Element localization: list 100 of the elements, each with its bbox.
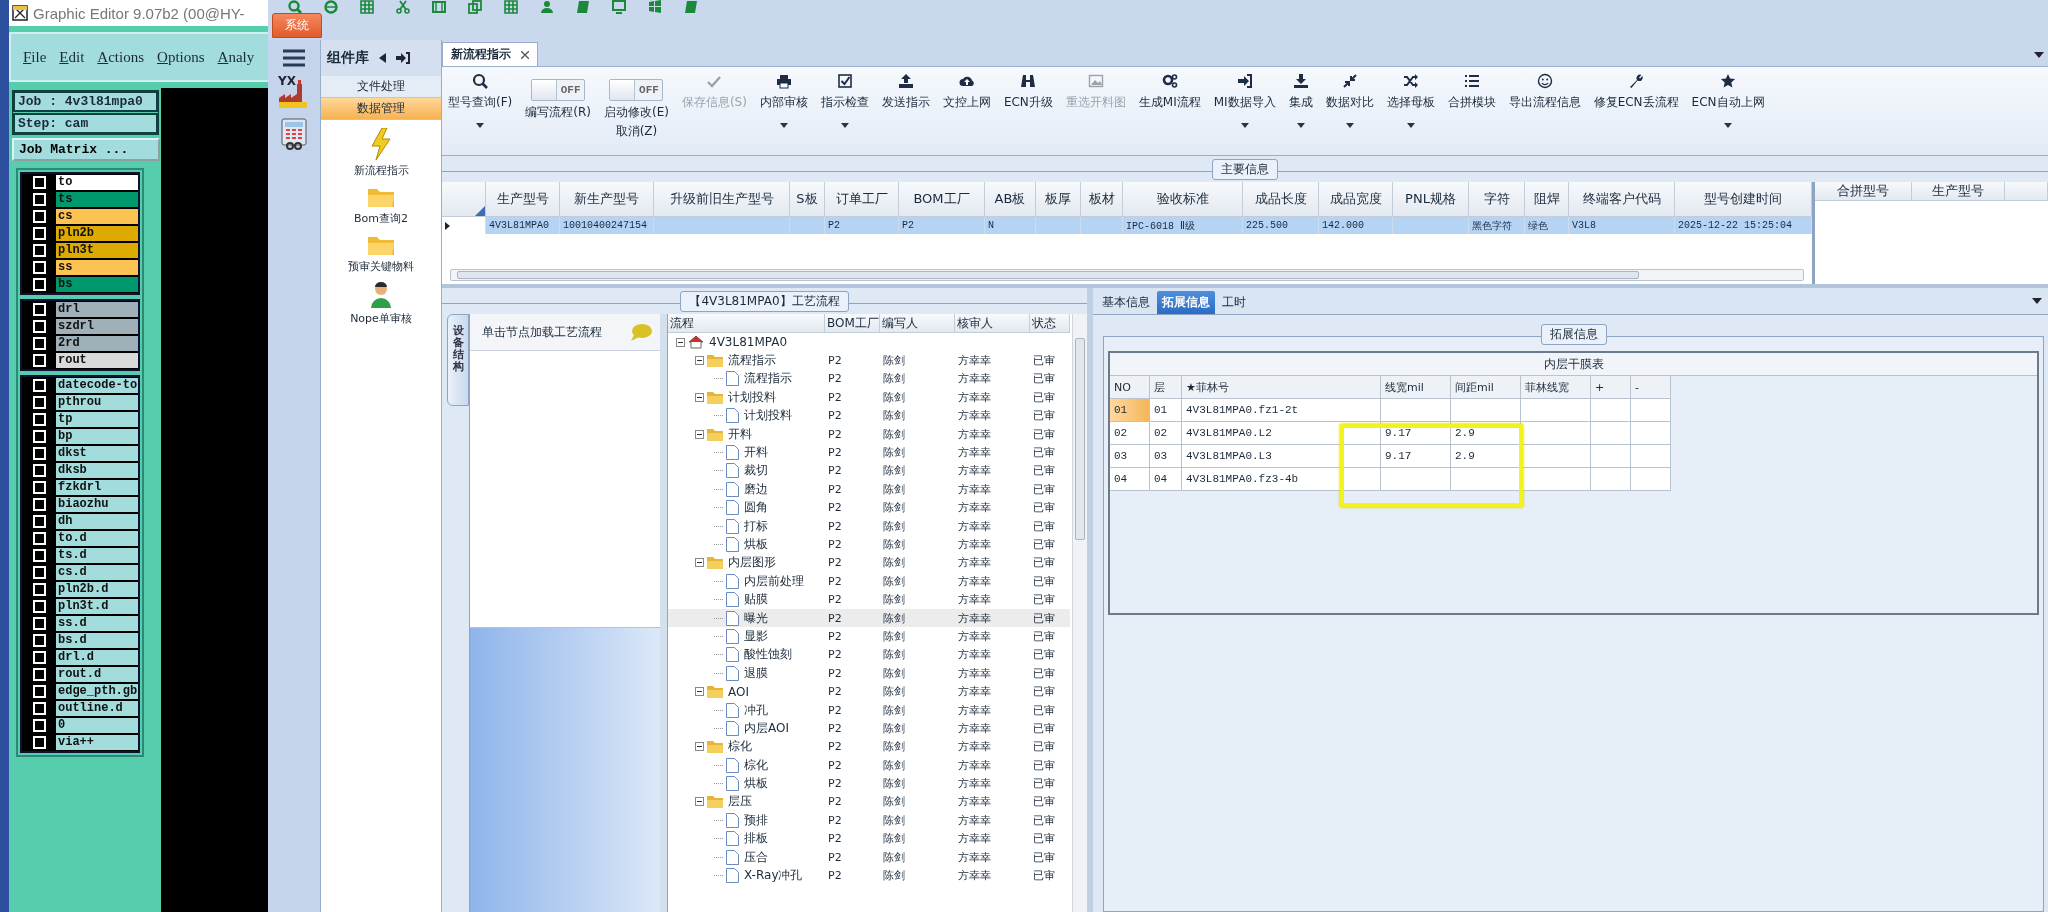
column-header[interactable]: 订单工厂 <box>825 182 899 217</box>
tab[interactable]: 基本信息 <box>1097 291 1155 314</box>
layer-name[interactable]: datecode-to <box>56 377 138 393</box>
layer-name[interactable]: tp <box>56 411 138 427</box>
tab[interactable]: 拓展信息 <box>1157 291 1215 314</box>
ribbon-button[interactable]: 集成 <box>1288 94 1313 111</box>
layer-name[interactable]: drl <box>56 301 138 317</box>
layer-checkbox[interactable] <box>32 260 46 274</box>
ribbon-button[interactable]: ECN升级 <box>1003 94 1053 111</box>
column-header[interactable]: 验收标准 <box>1123 182 1243 217</box>
layer-checkbox[interactable] <box>32 718 46 732</box>
search-icon[interactable] <box>288 0 302 14</box>
ribbon-button[interactable]: 合拼模块 <box>1447 94 1496 111</box>
column-header[interactable]: 层 <box>1150 376 1182 399</box>
ribbon-button[interactable]: MI数据导入 <box>1213 94 1276 111</box>
column-header[interactable]: NO <box>1110 376 1150 399</box>
caret-icon[interactable] <box>1296 123 1305 128</box>
copy-icon[interactable] <box>468 0 482 14</box>
layer-checkbox[interactable] <box>32 429 46 443</box>
column-header[interactable]: 板材 <box>1081 182 1123 217</box>
collapse-icon[interactable] <box>695 356 704 366</box>
layer-name[interactable]: dkst <box>56 445 138 461</box>
layer-checkbox[interactable] <box>32 480 46 494</box>
menu-icon[interactable] <box>282 48 306 68</box>
collapse-icon[interactable] <box>676 337 685 347</box>
layer-name[interactable]: edge_pth.gb <box>56 683 138 699</box>
calculator-icon[interactable] <box>279 118 309 150</box>
caret-icon[interactable] <box>779 123 788 128</box>
caret-icon[interactable] <box>1724 123 1733 128</box>
tree-node[interactable]: 内层图形 <box>726 554 778 572</box>
column-header[interactable]: ★菲林号 <box>1182 376 1381 399</box>
layer-checkbox[interactable] <box>32 684 46 698</box>
layer-name[interactable]: szdrl <box>56 318 138 334</box>
column-header[interactable]: 核审人 <box>955 314 1030 333</box>
ribbon-button[interactable]: 选择母板 <box>1386 94 1435 111</box>
tree-node[interactable]: X-Ray冲孔 <box>742 867 805 884</box>
column-header[interactable]: 字符 <box>1469 182 1525 217</box>
layer-checkbox[interactable] <box>32 319 46 333</box>
layer-name[interactable]: drl.d <box>56 649 138 665</box>
tree-node[interactable]: 内层前处理 <box>742 572 806 590</box>
caret-icon[interactable] <box>1345 123 1354 128</box>
tree-node[interactable]: 冲孔 <box>742 701 770 719</box>
layer-name[interactable]: ss <box>56 259 138 275</box>
ribbon-button[interactable]: 修复ECN丢流程 <box>1593 94 1679 111</box>
layer-name[interactable]: dksb <box>56 462 138 478</box>
column-header[interactable]: 合拼型号 <box>1815 182 1912 201</box>
layer-checkbox[interactable] <box>32 395 46 409</box>
column-header[interactable]: 升级前旧生产型号 <box>654 182 790 217</box>
menu-item[interactable]: Edit <box>59 48 85 66</box>
toggle-switch[interactable]: OFF <box>609 79 664 101</box>
layer-name[interactable]: outline.d <box>56 700 138 716</box>
menu-item[interactable]: Analy <box>217 48 255 66</box>
ribbon-button[interactable]: 导出流程信息 <box>1508 94 1581 111</box>
layer-name[interactable]: bs <box>56 276 138 292</box>
layer-name[interactable]: ss.d <box>56 615 138 631</box>
collapse-icon[interactable] <box>695 392 704 402</box>
layer-checkbox[interactable] <box>32 565 46 579</box>
layer-name[interactable]: pln3t <box>56 242 138 258</box>
collapse-icon[interactable] <box>695 742 704 752</box>
layer-name[interactable]: pthrou <box>56 394 138 410</box>
layer-name[interactable]: 0 <box>56 717 138 733</box>
layer-name[interactable]: ts <box>56 191 138 207</box>
layer-checkbox[interactable] <box>32 463 46 477</box>
tree-node[interactable]: 预排 <box>742 811 770 829</box>
tree-node[interactable]: 曝光 <box>742 609 770 627</box>
layer-checkbox[interactable] <box>32 378 46 392</box>
lightning-icon[interactable] <box>370 128 392 160</box>
tree-node[interactable]: 计划投料 <box>726 388 778 406</box>
tree-node[interactable]: 裁切 <box>742 462 770 480</box>
layer-checkbox[interactable] <box>32 701 46 715</box>
layer-checkbox[interactable] <box>32 735 46 749</box>
layer-name[interactable]: to.d <box>56 530 138 546</box>
sidebar-item[interactable]: 数据管理 <box>321 98 441 120</box>
layer-checkbox[interactable] <box>32 497 46 511</box>
layer-checkbox[interactable] <box>32 667 46 681</box>
grid-icon[interactable] <box>360 0 374 14</box>
layer-checkbox[interactable] <box>32 599 46 613</box>
tree-node[interactable]: 棕化 <box>726 738 754 756</box>
layer-checkbox[interactable] <box>32 353 46 367</box>
layer-checkbox[interactable] <box>32 548 46 562</box>
tree-node[interactable]: AOI <box>726 684 751 699</box>
tree-node[interactable]: 圆角 <box>742 499 770 517</box>
layer-name[interactable]: via++ <box>56 734 138 750</box>
collapse-icon[interactable] <box>695 558 704 568</box>
tree-node[interactable]: 计划投料 <box>742 407 794 425</box>
dropdown-icon[interactable] <box>2034 52 2044 58</box>
column-header[interactable]: 间距mil <box>1451 376 1521 399</box>
ribbon-button[interactable]: 文控上网 <box>942 94 991 111</box>
document-tab[interactable]: 新流程指示 <box>442 42 538 66</box>
toggle-switch[interactable]: OFF <box>531 79 586 101</box>
layer-checkbox[interactable] <box>32 277 46 291</box>
ribbon-button[interactable]: ECN自动上网 <box>1691 94 1765 111</box>
layer-checkbox[interactable] <box>32 243 46 257</box>
dropdown-icon[interactable] <box>2032 298 2042 304</box>
layer-checkbox[interactable] <box>32 192 46 206</box>
ribbon-button[interactable]: 型号查询(F) <box>448 94 513 111</box>
layer-checkbox[interactable] <box>32 650 46 664</box>
tree-node[interactable]: 排板 <box>742 830 770 848</box>
ribbon-button[interactable]: 内部审核 <box>759 94 808 111</box>
ribbon-button[interactable]: 指示检查 <box>820 94 869 111</box>
